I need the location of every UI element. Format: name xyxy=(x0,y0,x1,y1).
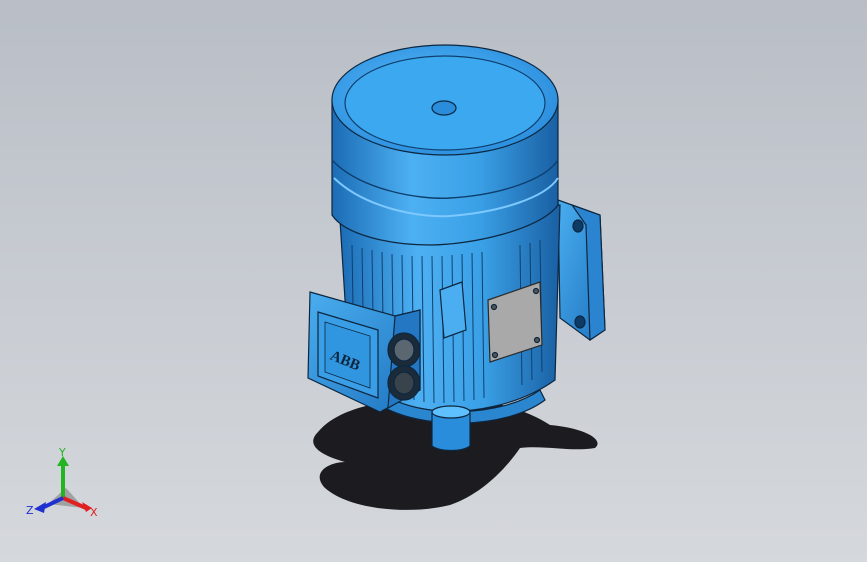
mounting-foot xyxy=(557,199,606,342)
fan-cover xyxy=(331,44,559,246)
z-axis-arrow xyxy=(34,502,46,513)
shaft xyxy=(431,405,471,452)
x-axis-label: X xyxy=(90,506,98,519)
cable-gland-lower xyxy=(387,365,421,401)
motor-model[interactable] xyxy=(307,44,606,452)
cable-gland-upper xyxy=(387,332,421,368)
lifting-boss xyxy=(439,281,467,339)
z-axis-label: Z xyxy=(26,504,34,517)
y-axis-label: Y xyxy=(58,446,66,459)
view-orientation-triad[interactable]: Y X Z xyxy=(26,446,106,526)
graphics-viewport[interactable]: ABB xyxy=(0,0,867,562)
